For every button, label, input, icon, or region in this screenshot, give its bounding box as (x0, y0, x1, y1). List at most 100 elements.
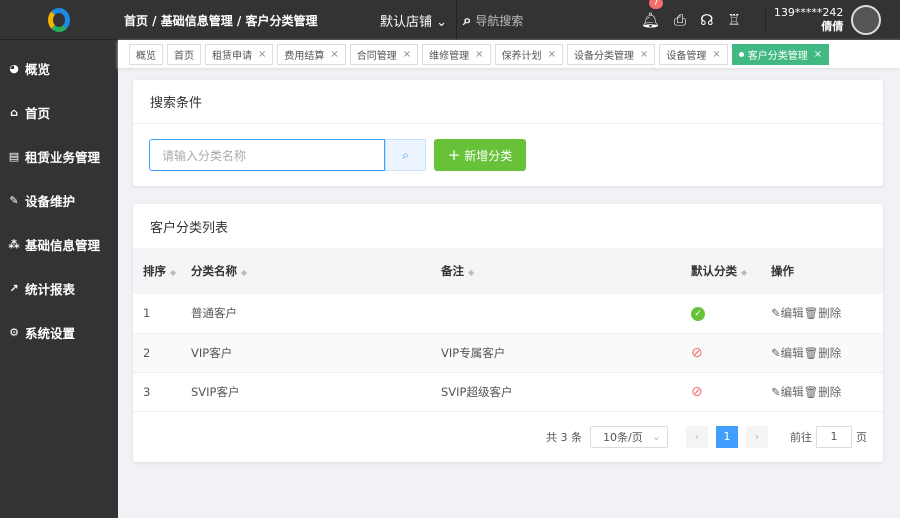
column-label: 备注 (441, 264, 464, 278)
sidebar-item-basic-info[interactable]: ⁂ 基础信息管理 (0, 222, 118, 266)
tab-fee-settlement[interactable]: 费用结算 × (277, 43, 346, 65)
category-table: 排序 ◆ 分类名称 ◆ 备注 ◆ 默认分类 ◆ 操作 1 普通客户 ✓ ✎编辑🗑︎删除 … (133, 248, 883, 412)
tab-label: 设备管理 (666, 50, 707, 62)
delete-button[interactable]: 🗑︎删除 (804, 306, 842, 320)
column-name[interactable]: 分类名称 ◆ (191, 248, 441, 294)
plus-icon: + (447, 146, 461, 164)
tab-customer-category[interactable]: 客户分类管理 × (731, 43, 830, 65)
logo[interactable] (0, 0, 118, 40)
notification-badge: 7 (649, 0, 663, 9)
sort-icon[interactable]: ◆ (170, 268, 176, 277)
prev-page-button[interactable]: ‹ (686, 425, 708, 448)
add-category-button[interactable]: + 新增分类 (434, 139, 526, 171)
sidebar-item-label: 概览 (25, 61, 51, 77)
add-category-label: 新增分类 (464, 148, 513, 163)
headset-icon[interactable]: ☊ (700, 11, 713, 29)
tab-label: 概览 (136, 50, 156, 62)
close-icon[interactable]: × (548, 49, 556, 60)
close-icon[interactable]: × (330, 49, 338, 60)
user-info[interactable]: 139*****242 倩倩 (764, 6, 844, 34)
sidebar-item-label: 首页 (25, 105, 51, 121)
close-icon[interactable]: × (403, 49, 411, 60)
sidebar-item-maintenance[interactable]: ✎ 设备维护 (0, 178, 118, 222)
tab-device-category[interactable]: 设备分类管理 × (566, 43, 656, 65)
tab-overview[interactable]: 概览 (129, 43, 163, 65)
breadcrumb: 首页 / 基础信息管理 / 客户分类管理 (124, 13, 318, 28)
active-dot-icon (738, 51, 744, 57)
close-icon[interactable]: × (814, 49, 822, 60)
home-icon: ⌂ (10, 105, 18, 119)
sidebar-item-label: 租赁业务管理 (25, 149, 101, 165)
topbar: 首页 / 基础信息管理 / 客户分类管理 默认店铺 ⌄ ⌕ 导航搜索 🔔︎ 7 ⎙ … (118, 0, 900, 40)
edit-label: 编辑 (780, 306, 804, 321)
pagination: 共 3 条 10条/页 ⌄ ‹ 1 › 前往 1 页 (133, 412, 883, 462)
bell-icon[interactable]: 🔔︎ (641, 11, 660, 29)
edit-button[interactable]: ✎编辑 (771, 385, 804, 399)
logo-icon (48, 7, 70, 32)
tab-devices[interactable]: 设备管理 × (659, 43, 728, 65)
sidebar-item-rental[interactable]: ▤ 租赁业务管理 (0, 134, 118, 178)
search-button[interactable]: ⌕ (385, 139, 426, 171)
sidebar-item-label: 系统设置 (25, 325, 76, 341)
list-card-title: 客户分类列表 (150, 220, 229, 236)
close-icon[interactable]: × (712, 49, 720, 60)
tab-label: 设备分类管理 (573, 50, 634, 62)
search-icon: ⌕ (402, 147, 409, 162)
avatar[interactable] (851, 5, 882, 35)
goto-page-input[interactable]: 1 (816, 425, 852, 448)
tab-repairs[interactable]: 维修管理 × (422, 43, 491, 65)
store-label: 默认店铺 (380, 14, 433, 30)
column-default[interactable]: 默认分类 ◆ (691, 248, 771, 294)
tab-label: 合同管理 (356, 50, 397, 62)
delete-label: 删除 (818, 345, 842, 360)
total-count: 共 3 条 (546, 430, 582, 444)
cell-order: 3 (133, 372, 191, 412)
tab-label: 维修管理 (429, 50, 470, 62)
next-page-button[interactable]: › (746, 425, 768, 448)
nav-search[interactable]: ⌕ 导航搜索 (456, 0, 636, 40)
close-icon[interactable]: × (258, 49, 266, 60)
tab-bar: 概览 首页 租赁申请 × 费用结算 × 合同管理 × 维修管理 × 保养计划 × 设备分类… (118, 40, 900, 68)
forbidden-icon: ⊘ (691, 344, 703, 361)
page-size-select[interactable]: 10条/页 ⌄ (590, 425, 668, 448)
user-phone: 139*****242 (773, 6, 844, 19)
cell-default: ⊘ (691, 372, 771, 412)
sidebar-item-reports[interactable]: ↗ 统计报表 (0, 266, 118, 310)
sort-icon[interactable]: ◆ (468, 268, 474, 277)
delete-button[interactable]: 🗑︎删除 (804, 346, 842, 360)
delete-button[interactable]: 🗑︎删除 (804, 385, 842, 399)
document-icon: ▤ (8, 149, 20, 163)
column-label: 默认分类 (691, 264, 737, 278)
tab-home[interactable]: 首页 (167, 43, 201, 65)
goto-label: 前往 (790, 430, 812, 444)
tab-label: 客户分类管理 (747, 50, 808, 62)
category-name-input[interactable]: 请输入分类名称 (149, 139, 385, 171)
close-icon[interactable]: × (475, 49, 483, 60)
search-icon: ⌕ (463, 11, 472, 29)
close-icon[interactable]: × (640, 49, 648, 60)
column-note[interactable]: 备注 ◆ (441, 248, 691, 294)
sidebar-item-home[interactable]: ⌂ 首页 (0, 90, 118, 134)
tab-rental-apply[interactable]: 租赁申请 × (205, 43, 274, 65)
cell-note (441, 294, 691, 334)
store-select[interactable]: 默认店铺 ⌄ (380, 11, 456, 30)
sort-icon[interactable]: ◆ (741, 268, 747, 277)
edit-button[interactable]: ✎编辑 (771, 306, 804, 320)
edit-button[interactable]: ✎编辑 (771, 346, 804, 360)
shirt-icon[interactable]: ♖ (727, 11, 740, 29)
column-order[interactable]: 排序 ◆ (133, 248, 191, 294)
chevron-down-icon: ⌄ (436, 14, 448, 30)
page-button[interactable]: 1 (716, 425, 738, 448)
table-row: 3 SVIP客户 SVIP超级客户 ⊘ ✎编辑🗑︎删除 (133, 372, 883, 412)
tab-label: 首页 (174, 50, 194, 62)
printer-icon[interactable]: ⎙ (674, 11, 686, 29)
sort-icon[interactable]: ◆ (241, 268, 247, 277)
cell-default: ⊘ (691, 333, 771, 373)
tab-contracts[interactable]: 合同管理 × (349, 43, 419, 65)
line-chart-icon: ↗ (9, 281, 19, 295)
sidebar-item-settings[interactable]: ⚙ 系统设置 (0, 310, 118, 354)
delete-label: 删除 (818, 384, 842, 399)
tab-maintenance-plan[interactable]: 保养计划 × (494, 43, 563, 65)
sidebar-item-overview[interactable]: ◕ 概览 (0, 46, 118, 90)
sidebar: ◕ 概览 ⌂ 首页 ▤ 租赁业务管理 ✎ 设备维护 ⁂ 基础信息管理 ↗ 统计报表 ⚙ 系统设… (0, 0, 118, 518)
